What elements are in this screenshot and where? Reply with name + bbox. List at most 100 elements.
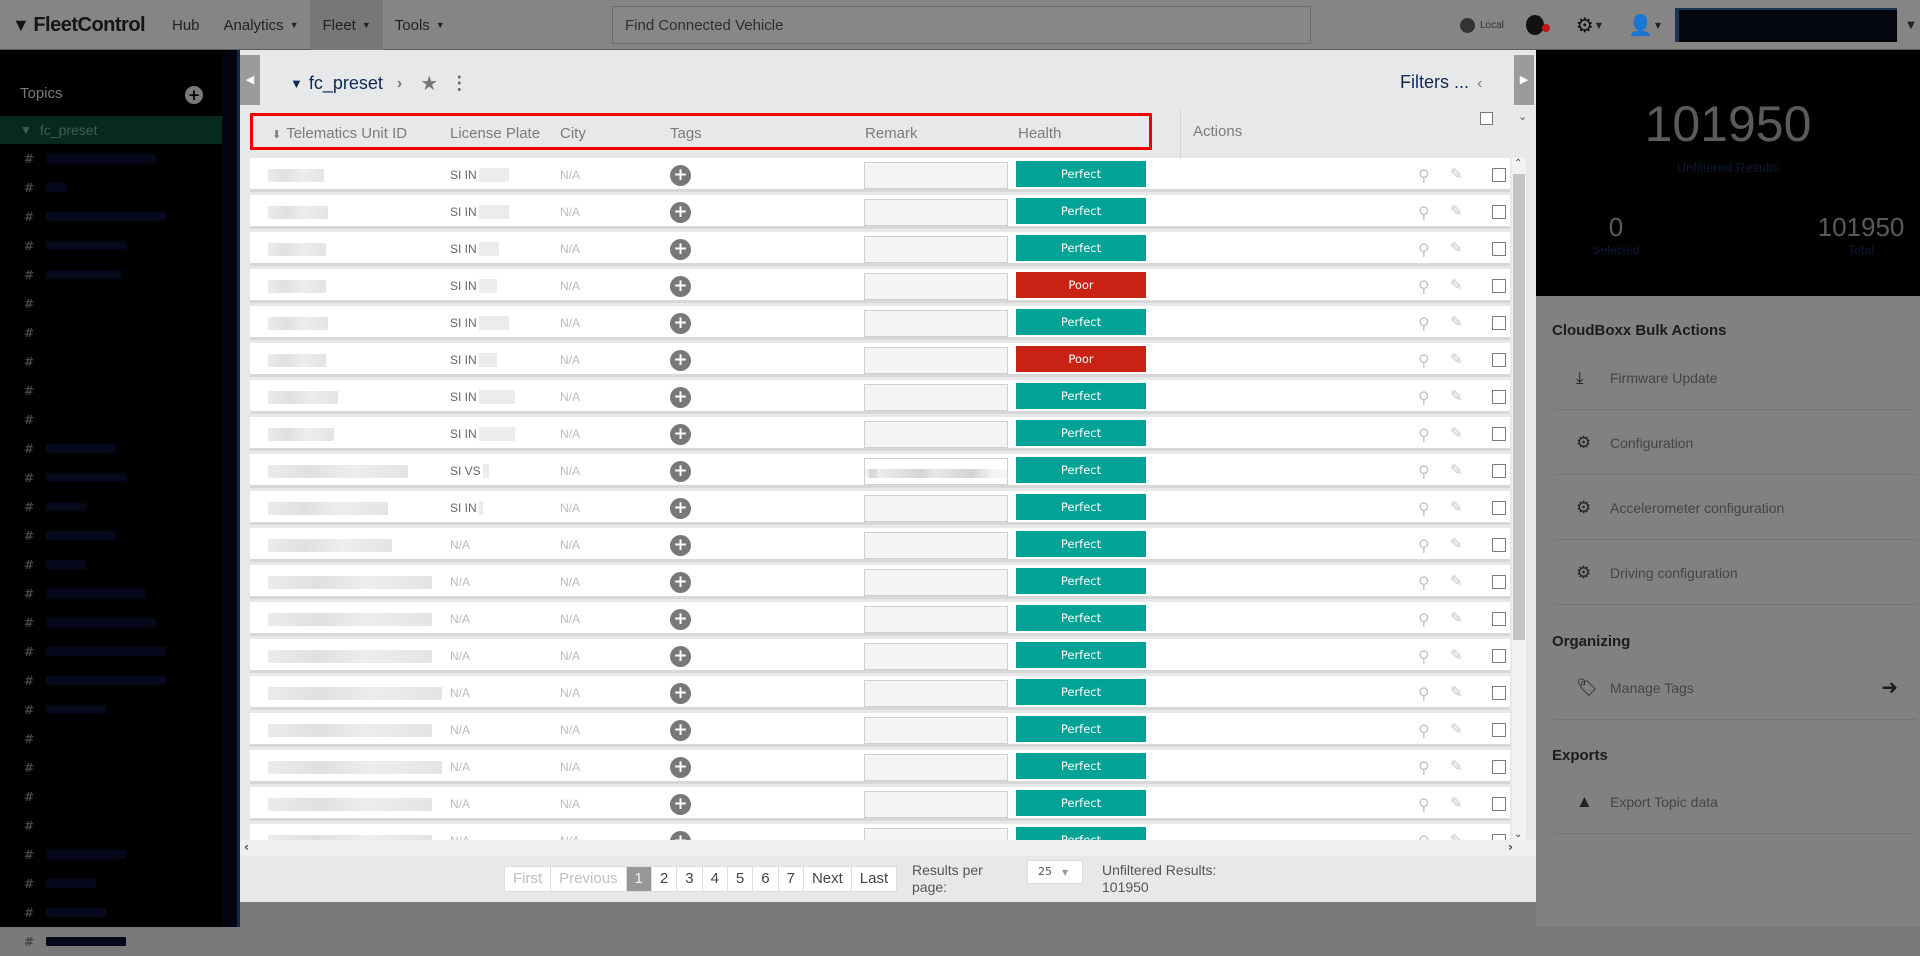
edit-icon[interactable]: ✎ — [1450, 794, 1463, 812]
table-row[interactable]: SI IN N/A + Perfect ⚲ ✎ — [250, 306, 1510, 340]
vertical-scrollbar[interactable]: ⌃ ⌄ — [1512, 158, 1526, 840]
table-row[interactable]: N/AN/A+Perfect⚲✎ — [250, 713, 1510, 747]
table-row[interactable]: SI IN N/A + Perfect ⚲ ✎ — [250, 417, 1510, 451]
remark-input[interactable] — [864, 643, 1008, 670]
topic-item[interactable]: # — [0, 579, 222, 608]
row-checkbox[interactable] — [1492, 316, 1506, 330]
row-checkbox[interactable] — [1492, 353, 1506, 367]
row-checkbox[interactable] — [1492, 649, 1506, 663]
scroll-down-icon[interactable]: ⌄ — [1514, 829, 1522, 840]
row-checkbox[interactable] — [1492, 760, 1506, 774]
search-icon[interactable]: ⚲ — [1418, 758, 1430, 777]
edit-icon[interactable]: ✎ — [1450, 498, 1463, 516]
add-topic-icon[interactable]: + — [185, 86, 203, 104]
add-tag-icon[interactable]: + — [670, 757, 691, 778]
scroll-right-icon[interactable]: › — [1508, 840, 1513, 854]
topic-item[interactable]: # — [0, 666, 222, 695]
search-icon[interactable]: ⚲ — [1418, 795, 1430, 814]
add-tag-icon[interactable]: + — [670, 387, 691, 408]
row-checkbox[interactable] — [1492, 205, 1506, 219]
topic-item[interactable]: # — [0, 840, 222, 869]
page-1-button[interactable]: 1 — [626, 867, 652, 891]
topic-item[interactable]: # — [0, 608, 222, 637]
table-row[interactable]: N/AN/A+Perfect⚲✎ — [250, 787, 1510, 821]
search-icon[interactable]: ⚲ — [1418, 499, 1430, 518]
nav-analytics[interactable]: Analytics ▼ — [212, 0, 311, 50]
chevron-down-icon[interactable]: ⌄ — [1518, 110, 1527, 123]
edit-icon[interactable]: ✎ — [1450, 461, 1463, 479]
search-icon[interactable]: ⚲ — [1418, 536, 1430, 555]
remark-input[interactable] — [864, 680, 1008, 707]
page-next-button[interactable]: Next — [804, 867, 852, 891]
edit-icon[interactable]: ✎ — [1450, 387, 1463, 405]
search-icon[interactable]: ⚲ — [1418, 203, 1430, 222]
topic-item[interactable]: # — [0, 492, 222, 521]
page-4-button[interactable]: 4 — [703, 867, 728, 891]
topic-item[interactable]: # — [0, 463, 222, 492]
collapse-right-button[interactable]: ▶ — [1514, 55, 1534, 105]
accelerometer-configuration-action[interactable]: ⚙ Accelerometer configuration — [1554, 476, 1916, 540]
manage-tags-action[interactable]: 🏷 Manage Tags ➜ — [1554, 656, 1916, 720]
account-selector[interactable] — [1675, 8, 1898, 42]
topic-item[interactable]: # — [0, 695, 222, 724]
topic-item[interactable]: # — [0, 753, 222, 782]
search-icon[interactable]: ⚲ — [1418, 314, 1430, 333]
search-icon[interactable]: ⚲ — [1418, 388, 1430, 407]
row-checkbox[interactable] — [1492, 612, 1506, 626]
search-icon[interactable]: ⚲ — [1418, 647, 1430, 666]
search-icon[interactable]: ⚲ — [1418, 351, 1430, 370]
topic-item[interactable]: # — [0, 260, 222, 289]
gear-icon[interactable]: ⚙ — [1576, 13, 1594, 37]
edit-icon[interactable]: ✎ — [1450, 720, 1463, 738]
table-row[interactable]: SI IN N/A + Poor ⚲ ✎ — [250, 343, 1510, 377]
edit-icon[interactable]: ✎ — [1450, 239, 1463, 257]
add-tag-icon[interactable]: + — [670, 350, 691, 371]
star-icon[interactable]: ★ — [420, 71, 438, 96]
table-row[interactable]: N/AN/A+Perfect⚲✎ — [250, 528, 1510, 562]
add-tag-icon[interactable]: + — [670, 498, 691, 519]
results-per-page-select[interactable]: 25 ▼ — [1027, 860, 1083, 884]
add-tag-icon[interactable]: + — [670, 683, 691, 704]
scroll-up-icon[interactable]: ⌃ — [1514, 158, 1522, 169]
topic-item[interactable]: # — [0, 782, 222, 811]
column-tags[interactable]: Tags — [670, 118, 702, 150]
table-row[interactable]: N/AN/A+Perfect⚲✎ — [250, 750, 1510, 784]
topic-item[interactable]: # — [0, 202, 222, 231]
edit-icon[interactable]: ✎ — [1450, 424, 1463, 442]
remark-input[interactable] — [864, 458, 1008, 485]
nav-fleet[interactable]: Fleet ▼ — [310, 0, 383, 50]
search-icon[interactable]: ⚲ — [1418, 277, 1430, 296]
table-row[interactable]: SI IN N/A + Perfect ⚲ ✎ — [250, 380, 1510, 414]
page-previous-button[interactable]: Previous — [551, 867, 627, 891]
add-tag-icon[interactable]: + — [670, 794, 691, 815]
topic-item[interactable]: # — [0, 898, 222, 927]
nav-tools[interactable]: Tools ▼ — [383, 0, 457, 50]
topic-item[interactable]: # — [0, 173, 222, 202]
row-checkbox[interactable] — [1492, 279, 1506, 293]
column-city[interactable]: City — [560, 118, 586, 150]
table-row[interactable]: N/AN/A+Perfect⚲✎ — [250, 824, 1510, 840]
page-6-button[interactable]: 6 — [753, 867, 779, 891]
topic-item[interactable]: # — [0, 231, 222, 260]
scrollbar-thumb[interactable] — [1513, 174, 1525, 640]
topic-item[interactable]: # — [0, 347, 222, 376]
search-icon[interactable]: ⚲ — [1418, 684, 1430, 703]
remark-input[interactable] — [864, 236, 1008, 263]
search-icon[interactable]: ⚲ — [1418, 462, 1430, 481]
add-tag-icon[interactable]: + — [670, 313, 691, 334]
edit-icon[interactable]: ✎ — [1450, 831, 1463, 840]
export-topic-data-action[interactable]: ▲ Export Topic data — [1554, 770, 1916, 834]
globe-icon[interactable] — [1460, 17, 1475, 33]
row-checkbox[interactable] — [1492, 575, 1506, 589]
page-5-button[interactable]: 5 — [728, 867, 754, 891]
breadcrumb-topic[interactable]: fc_preset — [309, 73, 383, 94]
add-tag-icon[interactable]: + — [670, 165, 691, 186]
topic-item[interactable]: # — [0, 289, 222, 318]
vehicle-search-input[interactable] — [612, 6, 1311, 44]
row-checkbox[interactable] — [1492, 168, 1506, 182]
topic-item[interactable]: # — [0, 521, 222, 550]
page-2-button[interactable]: 2 — [652, 867, 678, 891]
remark-input[interactable] — [864, 162, 1008, 189]
search-icon[interactable]: ⚲ — [1418, 166, 1430, 185]
more-vertical-icon[interactable]: ⋮ — [450, 73, 468, 94]
